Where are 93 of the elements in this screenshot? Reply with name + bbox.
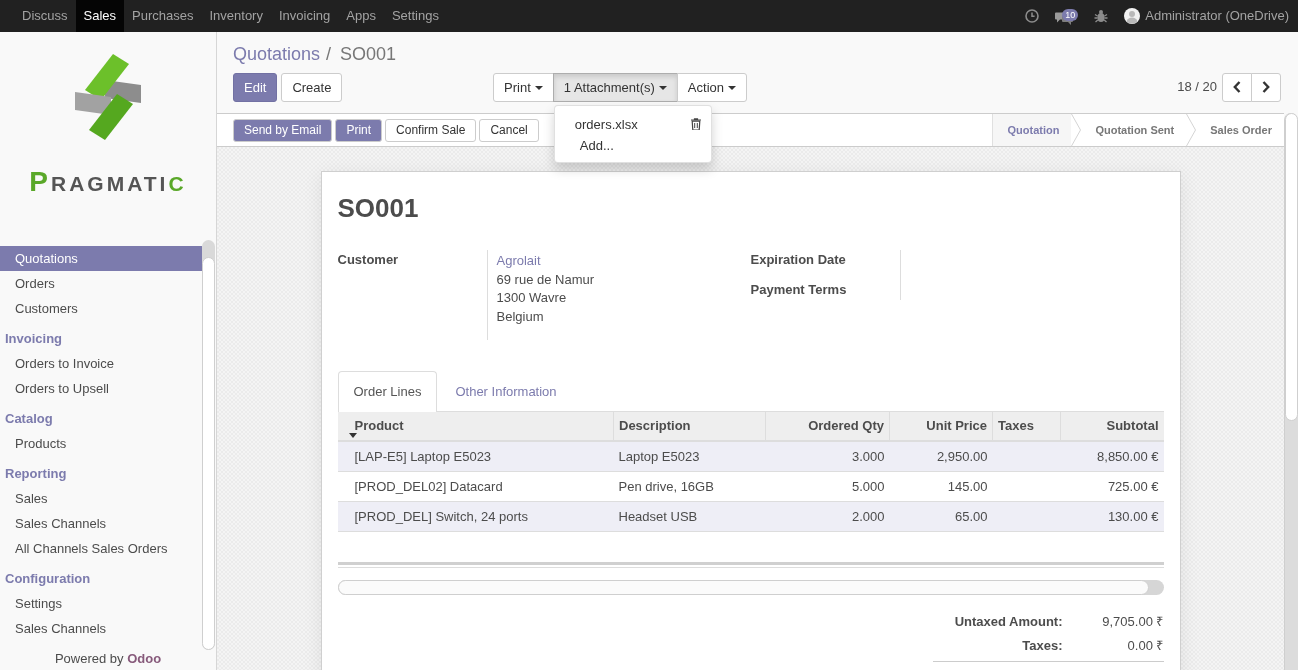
table-cell: [PROD_DEL] Switch, 24 ports xyxy=(337,501,614,532)
app-menu-item[interactable]: Purchases xyxy=(124,0,202,32)
menu-section-header: Configuration xyxy=(4,570,92,588)
avatar-icon[interactable] xyxy=(1124,8,1141,24)
sidebar-menu-item[interactable]: All Channels Sales Orders xyxy=(0,536,202,561)
previous-button[interactable] xyxy=(1222,72,1252,102)
table-cell: 2,950.00 xyxy=(889,441,993,472)
address-line: Belgium xyxy=(496,307,545,326)
status-stage[interactable]: Quotation Sent xyxy=(1081,114,1187,146)
status-action-button[interactable]: Confirm Sale xyxy=(385,118,477,142)
status-action-button[interactable]: Send by Email xyxy=(233,118,333,142)
table-cell: [PROD_DEL02] Datacard xyxy=(337,471,614,502)
column-header[interactable]: Ordered Qty xyxy=(765,412,890,441)
attachment-link[interactable]: orders.xlsx xyxy=(574,113,638,135)
sidebar-menu-item[interactable]: Orders to Invoice xyxy=(0,351,202,376)
menu-section-header: Reporting xyxy=(4,465,68,483)
table-cell: 8,850.00 € xyxy=(1060,441,1164,472)
address-line: 69 rue de Namur xyxy=(496,270,595,289)
status-action-button[interactable]: Cancel xyxy=(479,118,539,142)
table-cell: 725.00 € xyxy=(1060,471,1164,502)
total-value: 9,705.00 ₹ xyxy=(1101,613,1164,631)
chevron-left-icon xyxy=(1233,81,1241,94)
dropdown-button[interactable]: Action xyxy=(676,72,747,102)
sidebar-menu-item[interactable]: Products xyxy=(0,431,202,456)
table-cell: Laptop E5023 xyxy=(613,441,766,472)
sidebar-menu-item[interactable]: Sales Channels xyxy=(0,616,202,641)
app-menu-item[interactable]: Invoicing xyxy=(270,0,339,32)
table-cell: 65.00 xyxy=(889,501,993,532)
dropdown-item-link[interactable]: Add... xyxy=(579,134,614,156)
column-header[interactable]: Unit Price xyxy=(889,412,993,441)
field-label: Payment Terms xyxy=(750,281,848,299)
toolbar-button[interactable]: Create xyxy=(281,72,343,102)
logo-icon xyxy=(75,54,141,140)
app-menu-item[interactable]: Apps xyxy=(338,0,384,32)
dropdown-button[interactable]: 1 Attachment(s) xyxy=(552,72,678,102)
field-label: Customer xyxy=(337,251,400,269)
clock-icon[interactable] xyxy=(1025,9,1040,23)
status-stage[interactable]: Sales Order xyxy=(1196,114,1284,146)
sidebar-menu-item[interactable]: Quotations xyxy=(0,246,202,271)
user-name[interactable]: Administrator (OneDrive) xyxy=(1145,6,1289,26)
menu-section-header: Invoicing xyxy=(4,330,64,348)
breadcrumb-separator: / xyxy=(326,43,332,66)
status-stage[interactable]: Quotation xyxy=(993,114,1072,146)
toolbar-button[interactable]: Edit xyxy=(233,72,278,102)
powered-by-text: Powered by Odoo xyxy=(53,650,163,668)
field-label: Expiration Date xyxy=(750,251,847,269)
message-count-badge: 10 xyxy=(1062,9,1079,21)
bug-icon[interactable] xyxy=(1094,9,1109,23)
column-header[interactable]: Product xyxy=(337,412,614,441)
app-menu-item[interactable]: Discuss xyxy=(14,0,76,32)
chevron-right-icon xyxy=(1262,81,1270,94)
breadcrumb-link[interactable]: Quotations xyxy=(233,42,321,68)
trash-icon[interactable] xyxy=(690,118,701,131)
table-cell: 145.00 xyxy=(889,471,993,502)
total-label: Taxes: xyxy=(1021,637,1063,655)
app-menu-item[interactable]: Sales xyxy=(75,0,125,32)
table-cell: Headset USB xyxy=(613,501,766,532)
table-cell: 5.000 xyxy=(765,471,890,502)
form-tab[interactable]: Other Information xyxy=(439,371,573,412)
scrollbar-thumb[interactable] xyxy=(1285,113,1298,421)
menu-section-header: Catalog xyxy=(4,410,54,428)
table-cell: [LAP-E5] Laptop E5023 xyxy=(337,441,614,472)
total-value: 0.00 ₹ xyxy=(1126,637,1164,655)
table-cell: 130.00 € xyxy=(1060,501,1164,532)
sidebar-menu-item[interactable]: Sales xyxy=(0,486,202,511)
column-header[interactable]: Subtotal xyxy=(1060,412,1164,441)
total-label: Untaxed Amount: xyxy=(953,613,1063,631)
table-cell: 2.000 xyxy=(765,501,890,532)
app-menu-item[interactable]: Inventory xyxy=(201,0,271,32)
caret-icon xyxy=(534,86,543,91)
pager-value: 18 / 20 xyxy=(1177,77,1217,96)
logo-text: PRAGMATIC xyxy=(29,165,187,199)
status-action-button[interactable]: Print xyxy=(335,118,383,142)
address-line: 1300 Wavre xyxy=(496,289,568,307)
table-cell: 3.000 xyxy=(765,441,890,472)
form-tab[interactable]: Order Lines xyxy=(337,371,438,412)
sidebar-menu-item[interactable]: Sales Channels xyxy=(0,511,202,536)
vertical-scrollbar[interactable] xyxy=(1284,113,1298,670)
column-header[interactable]: Taxes xyxy=(992,412,1061,441)
caret-icon xyxy=(658,86,667,91)
breadcrumb-current: SO001 xyxy=(340,43,397,66)
sidebar-menu-item[interactable]: Orders xyxy=(0,271,202,296)
sidebar-menu-item[interactable]: Settings xyxy=(0,591,202,616)
column-header[interactable]: Description xyxy=(613,412,766,441)
caret-icon xyxy=(728,86,736,91)
sidebar-menu-item[interactable]: Orders to Upsell xyxy=(0,376,202,401)
table-cell: Pen drive, 16GB xyxy=(613,471,766,502)
customer-link[interactable]: Agrolait xyxy=(496,252,541,271)
next-button[interactable] xyxy=(1251,72,1281,102)
dropdown-button[interactable]: Print xyxy=(493,72,554,102)
app-menu-item[interactable]: Settings xyxy=(383,0,447,32)
sidebar-menu-item[interactable]: Customers xyxy=(0,296,202,321)
record-title: SO001 xyxy=(337,192,420,225)
